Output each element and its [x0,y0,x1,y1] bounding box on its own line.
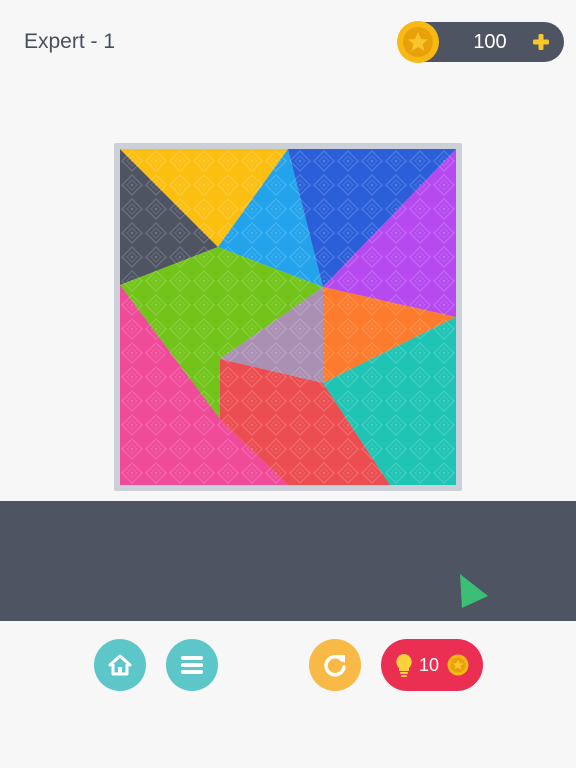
star-coin-icon [397,21,439,63]
tray-piece-green[interactable] [458,572,492,612]
home-icon [108,654,132,676]
restart-icon [324,655,346,677]
plus-icon[interactable] [530,31,552,53]
menu-button[interactable] [166,639,218,691]
hint-button[interactable]: 10 [381,639,483,691]
menu-icon [181,656,203,674]
coin-icon [447,654,469,676]
coin-count: 100 [473,31,507,53]
lightbulb-icon [396,654,412,677]
level-title: Expert - 1 [24,30,116,53]
home-button[interactable] [94,639,146,691]
restart-button[interactable] [309,639,361,691]
hint-cost: 10 [419,655,440,675]
puzzle-board [114,143,462,491]
coin-balance[interactable]: 100 [397,21,564,63]
